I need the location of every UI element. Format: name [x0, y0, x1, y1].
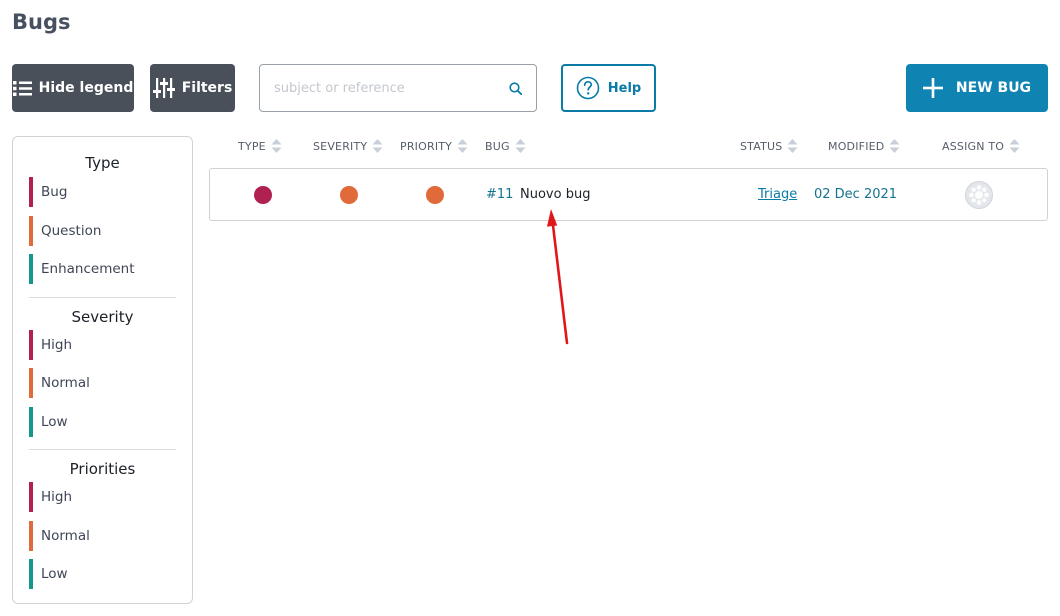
hide-legend-label: Hide legend	[38, 80, 134, 96]
color-swatch	[29, 368, 33, 399]
default-avatar-icon	[969, 185, 989, 205]
column-header-label: BUG	[485, 139, 510, 153]
column-header-label: TYPE	[238, 139, 266, 153]
annotation-arrow	[547, 209, 569, 345]
legend-heading: Type	[85, 154, 120, 172]
legend-item-label: Low	[41, 413, 68, 430]
legend-item-label: Normal	[41, 375, 90, 392]
column-header-label: PRIORITY	[400, 139, 453, 153]
sliders-icon	[152, 78, 175, 98]
color-swatch	[29, 406, 33, 437]
bug-reference[interactable]: #11	[486, 187, 513, 202]
type-indicator	[254, 186, 272, 204]
sort-icon	[787, 139, 798, 153]
legend-item-label: Low	[41, 566, 68, 583]
column-header-type[interactable]: TYPE	[238, 138, 282, 154]
legend-section-severity: Severity High Normal Low	[29, 298, 176, 450]
page-title: Bugs	[12, 10, 71, 34]
column-header-status[interactable]: STATUS	[740, 138, 798, 154]
table-header: TYPE SEVERITY PRIORITY BUG STATUS MODIFI…	[209, 138, 1048, 156]
legend-item: Normal	[29, 517, 176, 556]
search-icon[interactable]	[509, 81, 522, 95]
status-link[interactable]: Triage	[758, 187, 797, 202]
legend-item: Bug	[29, 173, 176, 212]
column-header-modified[interactable]: MODIFIED	[828, 138, 900, 154]
column-header-priority[interactable]: PRIORITY	[400, 138, 468, 154]
list-icon	[12, 80, 32, 96]
column-header-label: STATUS	[740, 139, 783, 153]
sort-icon	[1009, 139, 1020, 153]
modified-date: 02 Dec 2021	[814, 187, 898, 202]
priority-indicator	[426, 186, 444, 204]
legend-item: High	[29, 478, 176, 517]
legend-item-label: Enhancement	[41, 261, 135, 278]
color-swatch	[29, 329, 33, 360]
legend-item-label: Question	[41, 222, 102, 239]
legend-item-label: High	[41, 336, 73, 353]
severity-indicator	[340, 186, 358, 204]
table-row[interactable]: #11 Nuovo bug Triage 02 Dec 2021	[209, 168, 1048, 221]
sort-icon	[515, 139, 526, 153]
filters-label: Filters	[181, 80, 233, 96]
sort-icon	[457, 139, 468, 153]
bug-subject[interactable]: Nuovo bug	[520, 187, 590, 202]
legend-item-label: Normal	[41, 527, 90, 544]
color-swatch	[29, 215, 33, 246]
help-label: Help	[607, 80, 642, 96]
column-header-bug[interactable]: BUG	[485, 138, 526, 154]
legend-item-label: High	[41, 489, 73, 506]
hide-legend-button[interactable]: Hide legend	[12, 64, 134, 112]
legend-item: Enhancement	[29, 250, 176, 289]
color-swatch	[29, 520, 33, 551]
legend-item: Normal	[29, 364, 176, 403]
legend-item: Low	[29, 555, 176, 594]
color-swatch	[29, 559, 33, 590]
avatar[interactable]	[965, 181, 993, 209]
new-bug-label: NEW BUG	[955, 80, 1032, 96]
new-bug-button[interactable]: NEW BUG	[906, 64, 1048, 112]
legend-item-label: Bug	[41, 184, 68, 201]
legend-item: Question	[29, 212, 176, 251]
legend-heading: Priorities	[69, 460, 136, 478]
column-header-label: MODIFIED	[828, 139, 885, 153]
sort-icon	[372, 139, 383, 153]
plus-icon	[922, 78, 943, 98]
sort-icon	[889, 139, 900, 153]
filters-button[interactable]: Filters	[150, 64, 235, 112]
help-icon	[576, 76, 600, 100]
search-box	[259, 64, 537, 112]
search-input[interactable]	[274, 80, 509, 96]
help-button[interactable]: Help	[561, 64, 656, 112]
sort-icon	[271, 139, 282, 153]
legend-item: High	[29, 326, 176, 365]
column-header-severity[interactable]: SEVERITY	[313, 138, 383, 154]
column-header-label: ASSIGN TO	[942, 139, 1005, 153]
color-swatch	[29, 177, 33, 208]
color-swatch	[29, 254, 33, 285]
column-header-assign-to[interactable]: ASSIGN TO	[942, 138, 1020, 154]
legend-panel: Type Bug Question Enhancement Severity H…	[12, 136, 193, 604]
column-header-label: SEVERITY	[313, 139, 368, 153]
legend-heading: Severity	[71, 307, 134, 326]
legend-section-type: Type Bug Question Enhancement	[29, 137, 176, 298]
legend-item: Low	[29, 403, 176, 442]
color-swatch	[29, 482, 33, 513]
legend-section-priorities: Priorities High Normal Low	[29, 450, 176, 602]
